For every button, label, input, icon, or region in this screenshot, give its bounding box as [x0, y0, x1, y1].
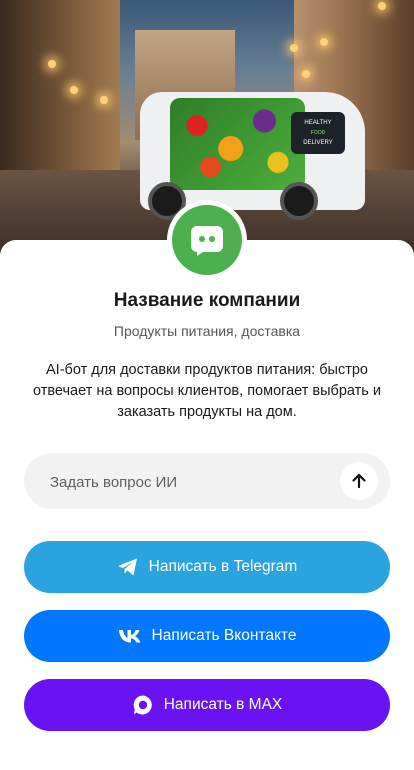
telegram-icon: [117, 557, 139, 577]
van-sign-line: HEALTHY: [304, 120, 331, 126]
max-button-label: Написать в MAX: [163, 696, 283, 713]
street-light: [100, 96, 108, 104]
van-wheel: [280, 182, 318, 220]
arrow-up-icon: [352, 473, 366, 489]
delivery-van: HEALTHY FOOD DELIVERY: [140, 92, 365, 220]
van-sign-line: FOOD: [311, 130, 326, 136]
street-light: [302, 70, 310, 78]
ask-ai-bar: [24, 453, 390, 511]
max-button[interactable]: Написать в MAX: [24, 679, 390, 731]
max-icon: [132, 694, 154, 716]
send-button[interactable]: [340, 462, 378, 500]
telegram-button[interactable]: Написать в Telegram: [24, 541, 390, 593]
street-light: [290, 44, 298, 52]
vk-icon: [118, 628, 142, 644]
van-window-sign: HEALTHY FOOD DELIVERY: [291, 112, 345, 154]
street-light: [48, 60, 56, 68]
vk-button-label: Написать Вконтакте: [151, 627, 297, 644]
company-name: Название компании: [113, 290, 301, 311]
company-subtitle: Продукты питания, доставка: [113, 323, 301, 339]
street-light: [320, 38, 328, 46]
company-avatar: [167, 200, 247, 280]
street-light: [70, 86, 78, 94]
vk-button[interactable]: Написать Вконтакте: [24, 610, 390, 662]
company-description: AI-бот для доставки продуктов питания: б…: [32, 362, 381, 420]
ask-ai-input[interactable]: [48, 453, 342, 511]
street-light: [378, 2, 386, 10]
chat-bot-icon: [172, 205, 242, 275]
van-vegetable-wrap: [170, 98, 305, 190]
telegram-button-label: Написать в Telegram: [148, 558, 298, 575]
van-sign-line: DELIVERY: [303, 140, 333, 146]
